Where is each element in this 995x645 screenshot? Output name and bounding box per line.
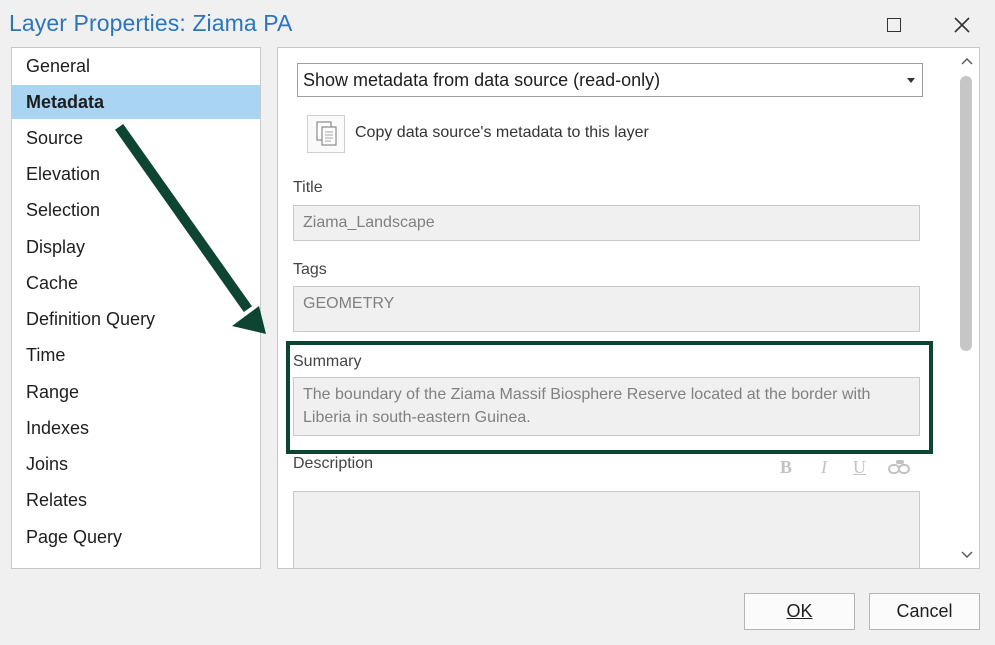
cancel-button[interactable]: Cancel (869, 593, 980, 630)
cancel-label: Cancel (896, 601, 953, 621)
ok-button[interactable]: OK (744, 593, 855, 630)
ok-label: OK (786, 601, 813, 621)
annotation-arrow-icon (115, 124, 266, 334)
